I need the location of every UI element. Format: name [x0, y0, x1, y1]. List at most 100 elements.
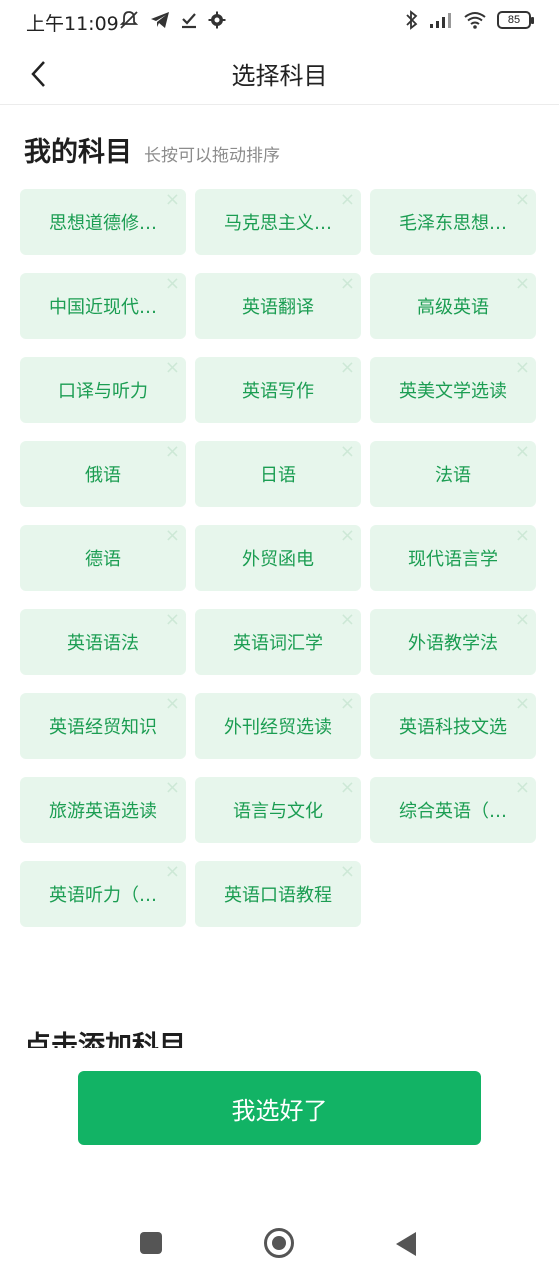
subject-chip-label: 思想道德修… [49, 213, 157, 234]
subject-chip[interactable]: 现代语言学 × [370, 525, 536, 591]
close-icon[interactable]: × [340, 443, 355, 461]
subject-chip-label: 马克思主义… [224, 213, 332, 234]
close-icon[interactable]: × [340, 779, 355, 797]
subject-chip[interactable]: 英语词汇学 × [195, 609, 361, 675]
status-system-icons: 85 [405, 10, 534, 30]
subject-chip[interactable]: 英语语法 × [20, 609, 186, 675]
subject-chip-label: 日语 [260, 465, 296, 486]
close-icon[interactable]: × [515, 779, 530, 797]
subject-chip[interactable]: 英语科技文选 × [370, 693, 536, 759]
close-icon[interactable]: × [340, 863, 355, 881]
subject-chip-label: 英语写作 [242, 381, 314, 402]
wifi-icon [464, 12, 486, 29]
close-icon[interactable]: × [165, 863, 180, 881]
subject-chip-label: 外贸函电 [242, 549, 314, 570]
subject-chip-label: 旅游英语选读 [49, 801, 157, 822]
close-icon[interactable]: × [165, 359, 180, 377]
confirm-button[interactable]: 我选好了 [78, 1071, 481, 1145]
close-icon[interactable]: × [165, 443, 180, 461]
close-icon[interactable]: × [515, 443, 530, 461]
home-circle-icon[interactable] [264, 1228, 294, 1258]
subject-chip-label: 英语口语教程 [224, 885, 332, 906]
subject-chip[interactable]: 外刊经贸选读 × [195, 693, 361, 759]
subject-chip-label: 语言与文化 [233, 801, 323, 822]
subject-chip[interactable]: 德语 × [20, 525, 186, 591]
close-icon[interactable]: × [340, 191, 355, 209]
subject-chip[interactable]: 马克思主义… × [195, 189, 361, 255]
subject-chip[interactable]: 法语 × [370, 441, 536, 507]
close-icon[interactable]: × [340, 527, 355, 545]
subject-chip[interactable]: 英语写作 × [195, 357, 361, 423]
subject-chip-label: 外刊经贸选读 [224, 717, 332, 738]
close-icon[interactable]: × [340, 275, 355, 293]
recents-square-icon[interactable] [140, 1232, 162, 1254]
close-icon[interactable]: × [165, 191, 180, 209]
subject-chip[interactable]: 英语经贸知识 × [20, 693, 186, 759]
subject-chip[interactable]: 英语口语教程 × [195, 861, 361, 927]
signal-icon [430, 13, 451, 28]
subject-chip-label: 现代语言学 [408, 549, 498, 570]
subject-chip[interactable]: 毛泽东思想… × [370, 189, 536, 255]
subject-chip[interactable]: 旅游英语选读 × [20, 777, 186, 843]
subject-chip-label: 英美文学选读 [399, 381, 507, 402]
settings-gear-icon [208, 11, 226, 29]
close-icon[interactable]: × [165, 611, 180, 629]
subject-chip[interactable]: 日语 × [195, 441, 361, 507]
close-icon[interactable]: × [340, 359, 355, 377]
close-icon[interactable]: × [515, 527, 530, 545]
subject-chip[interactable]: 外语教学法 × [370, 609, 536, 675]
status-notification-icons [118, 10, 226, 30]
close-icon[interactable]: × [165, 695, 180, 713]
status-bar: 上午11:09 85 [0, 0, 559, 42]
subject-chip-label: 中国近现代… [49, 297, 157, 318]
close-icon[interactable]: × [165, 527, 180, 545]
subject-grid: 思想道德修… × 马克思主义… × 毛泽东思想… × 中国近现代… × 英语翻译 × 高级英语 × 口译… [20, 189, 538, 927]
section-title: 我的科目 [24, 137, 132, 168]
status-time: 上午11:09 [26, 13, 119, 35]
close-icon[interactable]: × [165, 779, 180, 797]
top-bar: 选择科目 [0, 42, 559, 105]
add-subjects-title: 点击添加科目 [24, 1031, 186, 1048]
subject-chip-label: 高级英语 [417, 297, 489, 318]
subject-chip[interactable]: 英语听力（… × [20, 861, 186, 927]
mute-bell-icon [119, 11, 139, 29]
subject-chip-label: 综合英语（… [399, 801, 507, 822]
close-icon[interactable]: × [515, 191, 530, 209]
subject-chip[interactable]: 英语翻译 × [195, 273, 361, 339]
subject-chip[interactable]: 英美文学选读 × [370, 357, 536, 423]
close-icon[interactable]: × [340, 611, 355, 629]
system-nav-bar [0, 1200, 559, 1280]
close-icon[interactable]: × [340, 695, 355, 713]
telegram-icon [151, 12, 169, 28]
subject-chip-label: 外语教学法 [408, 633, 498, 654]
subject-chip-label: 英语词汇学 [233, 633, 323, 654]
close-icon[interactable]: × [515, 359, 530, 377]
my-subjects-header: 我的科目 长按可以拖动排序 [24, 130, 280, 169]
close-icon[interactable]: × [165, 275, 180, 293]
subject-chip[interactable]: 外贸函电 × [195, 525, 361, 591]
subject-chip-label: 口译与听力 [58, 381, 148, 402]
close-icon[interactable]: × [515, 611, 530, 629]
bluetooth-icon [406, 10, 418, 30]
battery-icon: 85 [497, 11, 534, 29]
subject-chip-label: 英语语法 [67, 633, 139, 654]
subject-chip[interactable]: 思想道德修… × [20, 189, 186, 255]
close-icon[interactable]: × [515, 275, 530, 293]
subject-chip-label: 俄语 [85, 465, 121, 486]
subject-chip[interactable]: 高级英语 × [370, 273, 536, 339]
back-triangle-icon[interactable] [396, 1232, 416, 1256]
subject-chip-label: 英语翻译 [242, 297, 314, 318]
subject-chip[interactable]: 综合英语（… × [370, 777, 536, 843]
subject-chip[interactable]: 俄语 × [20, 441, 186, 507]
close-icon[interactable]: × [515, 695, 530, 713]
subject-chip[interactable]: 口译与听力 × [20, 357, 186, 423]
subject-chip-label: 德语 [85, 549, 121, 570]
subject-chip-label: 英语科技文选 [399, 717, 507, 738]
subject-chip-label: 毛泽东思想… [399, 213, 507, 234]
subject-chip[interactable]: 语言与文化 × [195, 777, 361, 843]
section-hint: 长按可以拖动排序 [144, 146, 280, 166]
page-title: 选择科目 [231, 62, 328, 90]
subject-chip-label: 法语 [435, 465, 471, 486]
subject-chip-label: 英语听力（… [49, 885, 157, 906]
subject-chip[interactable]: 中国近现代… × [20, 273, 186, 339]
